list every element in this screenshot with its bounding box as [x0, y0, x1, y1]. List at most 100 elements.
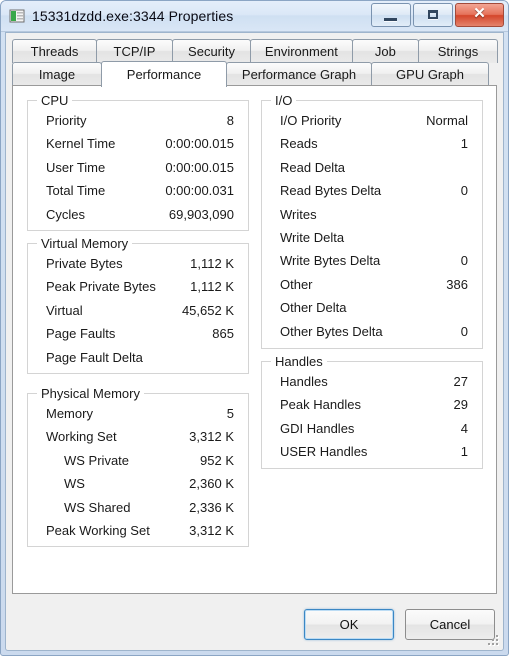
metric-value: 1,112 K — [190, 279, 234, 295]
metric-label: Read Bytes Delta — [280, 183, 382, 199]
title-bar: 15331dzdd.exe:3344 Properties ✕ — [1, 1, 508, 32]
tab-row-bottom: Performance Graph Image Performance GPU Gra… — [12, 61, 497, 87]
metric-label: GDI Handles — [280, 420, 355, 436]
metric-label: USER Handles — [280, 444, 368, 460]
dialog-client-area: Threads TCP/IP Security Environment Job Strin… — [5, 32, 504, 651]
metric-row: WS Private 952 K — [28, 451, 248, 474]
tab-label: Image — [38, 67, 76, 82]
group-cpu-rows: Priority 8 Kernel Time 0:00:00.015 User Time… — [28, 111, 248, 228]
metric-value: 386 — [446, 276, 468, 292]
ok-button[interactable]: OK — [304, 609, 394, 640]
metric-value: 952 K — [200, 452, 234, 468]
tab-tcp-ip[interactable]: TCP/IP — [95, 39, 174, 63]
metric-row: Peak Handles 29 — [262, 395, 482, 418]
tab-performance[interactable]: Performance — [101, 61, 227, 87]
tab-row-top: Threads TCP/IP Security Environment Job Strin… — [12, 39, 498, 63]
tab-strip: Threads TCP/IP Security Environment Job Strin… — [12, 39, 498, 87]
metric-label: Memory — [46, 406, 93, 421]
minimize-button[interactable] — [371, 3, 411, 27]
tab-performance-graph[interactable]: Performance Graph — [226, 62, 372, 86]
metric-value: 0 — [460, 253, 468, 269]
metric-row: Handles 27 — [262, 372, 482, 395]
metric-row: Priority 8 — [28, 111, 248, 134]
metric-value: 8 — [226, 113, 234, 128]
window-title: 15331dzdd.exe:3344 Properties — [32, 8, 234, 24]
maximize-icon — [428, 10, 438, 19]
metric-row: Peak Working Set 3,312 K — [28, 521, 248, 544]
metric-value: 1 — [460, 136, 468, 152]
metric-label: User Time — [46, 159, 106, 175]
metric-value: 27 — [453, 374, 468, 389]
tab-job[interactable]: Job — [351, 39, 419, 63]
metric-label: Read Delta — [280, 159, 346, 175]
metric-row: WS 2,360 K — [28, 474, 248, 497]
metric-row: I/O Priority Normal — [262, 111, 482, 134]
metric-label: I/O Priority — [280, 113, 342, 128]
metric-row: Write Bytes Delta 0 — [262, 251, 482, 274]
metric-row: Memory 5 — [28, 404, 248, 427]
metric-row: Cycles 69,903,090 — [28, 205, 248, 228]
metric-row: Other Delta — [262, 298, 482, 321]
metric-label: Other Bytes Delta — [280, 323, 383, 339]
tab-security[interactable]: Security — [172, 39, 252, 63]
metric-label: Total Time — [46, 183, 106, 199]
group-io-label: I/O — [271, 93, 297, 108]
metric-label: Peak Handles — [280, 397, 361, 413]
cancel-button[interactable]: Cancel — [405, 609, 495, 640]
metric-value: 0:00:00.015 — [165, 136, 234, 152]
metric-value: 3,312 K — [189, 429, 234, 445]
group-cpu-label: CPU — [37, 93, 73, 108]
metric-value: 5 — [226, 406, 234, 421]
metric-label: WS — [64, 476, 85, 492]
metric-label: Page Faults — [46, 326, 116, 342]
metric-row: Read Delta — [262, 158, 482, 181]
group-physical-memory-label: Physical Memory — [37, 386, 144, 401]
group-virtual-memory: Virtual Memory Private Bytes 1,112 K Peak … — [27, 236, 249, 374]
tab-gpu-graph[interactable]: GPU Graph — [371, 62, 489, 86]
group-handles: Handles Handles 27 Peak Handles 29 GDI Handl… — [261, 354, 483, 469]
metric-row: Read Bytes Delta 0 — [262, 181, 482, 204]
process-icon — [9, 8, 25, 24]
metric-label: Virtual — [46, 302, 83, 318]
tab-label: GPU Graph — [396, 67, 464, 82]
metric-label: Handles — [280, 374, 328, 389]
dialog-button-bar: OK Cancel — [304, 609, 495, 640]
metric-row: USER Handles 1 — [262, 442, 482, 465]
metric-label: Peak Private Bytes — [46, 279, 156, 295]
metric-label: Private Bytes — [46, 256, 123, 271]
tab-image[interactable]: Image — [12, 62, 102, 86]
tab-environment[interactable]: Environment — [250, 39, 353, 63]
maximize-button[interactable] — [413, 3, 453, 27]
metric-row: User Time 0:00:00.015 — [28, 158, 248, 181]
metric-row: Reads 1 — [262, 134, 482, 157]
metric-label: WS Shared — [64, 499, 131, 515]
group-handles-label: Handles — [271, 354, 327, 369]
metric-value: 0:00:00.015 — [165, 159, 234, 175]
metric-row: Peak Private Bytes 1,112 K — [28, 277, 248, 300]
metric-label: WS Private — [64, 452, 130, 468]
metric-label: Working Set — [46, 429, 117, 445]
tab-strings[interactable]: Strings — [417, 39, 498, 63]
group-virtual-memory-rows: Private Bytes 1,112 K Peak Private Bytes 1,… — [28, 254, 248, 371]
group-physical-memory: Physical Memory Memory 5 Working Set 3,312 … — [27, 386, 249, 547]
metric-row: WS Shared 2,336 K — [28, 498, 248, 521]
metric-label: Kernel Time — [46, 136, 116, 152]
tab-label: Job — [374, 44, 396, 59]
resize-grip[interactable] — [488, 635, 501, 648]
metric-value: 1,112 K — [190, 256, 234, 271]
group-cpu: CPU Priority 8 Kernel Time 0:00:00.015 User … — [27, 93, 249, 231]
minimize-icon — [384, 18, 397, 21]
tab-threads[interactable]: Threads — [12, 39, 97, 63]
metric-value: 1 — [460, 444, 468, 460]
window-controls: ✕ — [371, 3, 504, 27]
metric-row: Other 386 — [262, 275, 482, 298]
group-io-rows: I/O Priority Normal Reads 1 Read Delta Read B… — [262, 111, 482, 345]
metric-row: Page Faults 865 — [28, 324, 248, 347]
close-button[interactable]: ✕ — [455, 3, 504, 27]
tab-label: Performance — [126, 67, 202, 82]
metric-value: 0:00:00.031 — [165, 183, 234, 199]
close-icon: ✕ — [473, 5, 486, 22]
metric-label: Reads — [280, 136, 318, 152]
metric-row: Kernel Time 0:00:00.015 — [28, 134, 248, 157]
performance-tab-page: CPU Priority 8 Kernel Time 0:00:00.015 User … — [12, 85, 497, 594]
